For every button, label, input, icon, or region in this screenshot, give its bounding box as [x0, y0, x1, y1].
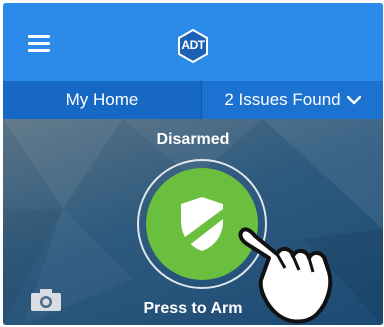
shield-icon	[181, 197, 223, 251]
app-frame: ADT My Home 2 Issues Found Disarmed Pres…	[3, 3, 383, 325]
tab-issues-label: 2 Issues Found	[224, 90, 341, 109]
location-tabs: My Home 2 Issues Found	[3, 81, 383, 119]
chevron-down-icon	[346, 95, 361, 105]
hand-pointer-icon	[238, 227, 333, 324]
logo-text: ADT	[181, 38, 205, 52]
tab-my-home-label: My Home	[65, 90, 139, 109]
system-status: Disarmed	[156, 131, 230, 148]
security-panel: Disarmed Press to Arm	[3, 119, 383, 325]
tab-issues-found[interactable]: 2 Issues Found	[201, 81, 383, 119]
tab-my-home[interactable]: My Home	[3, 81, 201, 119]
adt-logo: ADT	[175, 28, 211, 64]
hamburger-menu-icon[interactable]	[28, 34, 50, 52]
top-bar: ADT	[3, 3, 383, 81]
